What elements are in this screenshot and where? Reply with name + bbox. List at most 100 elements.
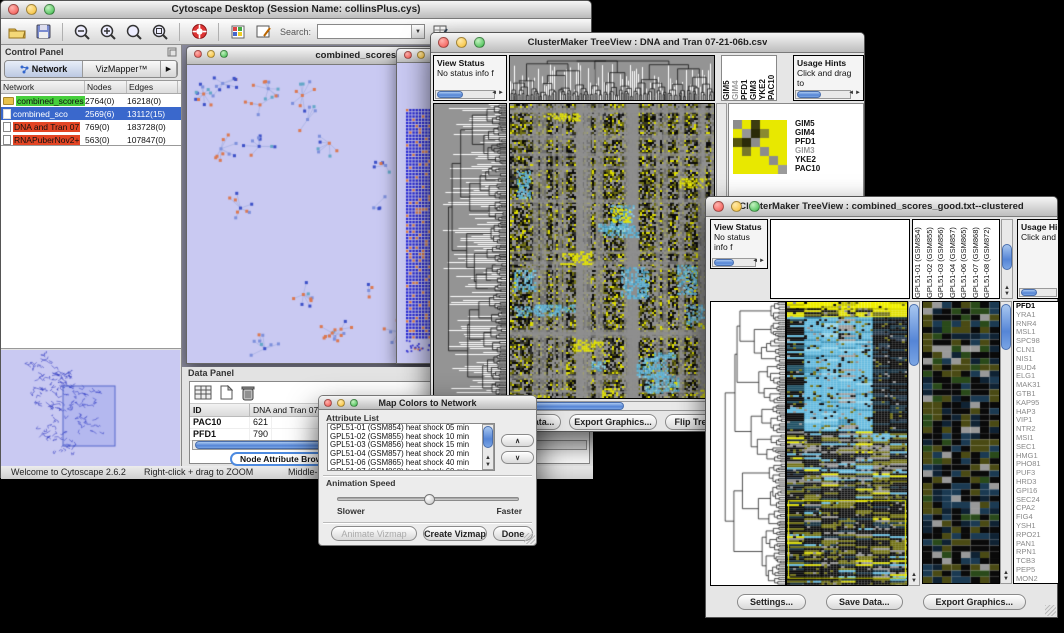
usage-hints-hscrollbar[interactable] xyxy=(795,90,851,99)
minimize-button[interactable] xyxy=(337,399,345,407)
open-icon[interactable] xyxy=(7,23,27,41)
minimize-button[interactable] xyxy=(207,50,215,58)
scrollbar-thumb[interactable] xyxy=(797,91,821,98)
row-dendrogram-panel[interactable] xyxy=(710,301,786,586)
scroll-right-icon[interactable]: ► xyxy=(759,258,766,264)
scroll-down-icon[interactable]: ▼ xyxy=(911,578,918,584)
close-button[interactable] xyxy=(194,50,202,58)
scrollbar-thumb[interactable] xyxy=(1001,304,1011,350)
column-dendrogram-canvas[interactable] xyxy=(510,56,714,100)
treeview2-titlebar[interactable]: ClusterMaker TreeView : combined_scores_… xyxy=(706,197,1057,217)
search-dropdown-icon[interactable]: ▼ xyxy=(411,25,424,38)
minimize-button[interactable] xyxy=(456,37,467,48)
zoom-fit-icon[interactable] xyxy=(124,23,144,41)
attribute-table-icon[interactable] xyxy=(194,385,212,400)
search-input[interactable] xyxy=(318,26,411,38)
scroll-arrows[interactable]: ◄► xyxy=(848,88,862,98)
scrollbar-thumb[interactable] xyxy=(909,304,919,366)
float-panel-icon[interactable] xyxy=(167,47,177,57)
minimize-button[interactable] xyxy=(417,51,425,59)
resize-grip[interactable] xyxy=(1045,605,1056,616)
main-titlebar[interactable]: Cytoscape Desktop (Session Name: collins… xyxy=(1,1,591,19)
network-table-row[interactable]: combined_sco2569(6)13112(15) xyxy=(1,107,181,120)
cluster-average-canvas[interactable] xyxy=(923,302,999,583)
minimize-button[interactable] xyxy=(26,4,37,15)
scroll-right-icon[interactable]: ► xyxy=(855,90,862,96)
gene-list-vscrollbar[interactable]: ▲▼ xyxy=(1000,301,1012,584)
move-up-button[interactable]: ∧ xyxy=(501,434,534,447)
treeview-button-settings-[interactable]: Settings... xyxy=(737,594,806,610)
zoom-in-icon[interactable] xyxy=(98,23,118,41)
usage-hints-hscrollbar[interactable] xyxy=(1019,288,1057,297)
dialog-titlebar[interactable]: Map Colors to Network xyxy=(319,396,536,410)
heatmap-panel[interactable] xyxy=(786,301,908,586)
scroll-down-icon[interactable]: ▼ xyxy=(1003,576,1010,582)
col-network[interactable]: Network xyxy=(1,81,85,93)
network-table-row[interactable]: combined_scores2764(0)16218(0) xyxy=(1,94,181,107)
tab-overflow-icon[interactable]: ▶ xyxy=(161,61,177,77)
treeview-button-export-graphics-[interactable]: Export Graphics... xyxy=(923,594,1027,610)
scroll-left-icon[interactable]: ◄ xyxy=(491,90,498,96)
attribute-list-vscrollbar[interactable]: ▲▼ xyxy=(482,424,494,470)
zoom-button[interactable] xyxy=(220,50,228,58)
resize-grip[interactable] xyxy=(524,533,535,544)
view-status-hscrollbar[interactable] xyxy=(435,90,495,99)
row-dendrogram-canvas[interactable] xyxy=(711,302,785,585)
scroll-arrows[interactable]: ▲▼ xyxy=(1004,285,1011,297)
cluster-matrix-canvas[interactable] xyxy=(733,120,787,174)
close-button[interactable] xyxy=(8,4,19,15)
treeview1-titlebar[interactable]: ClusterMaker TreeView : DNA and Tran 07-… xyxy=(431,33,864,53)
zoom-button[interactable] xyxy=(350,399,358,407)
delete-attribute-icon[interactable] xyxy=(241,385,255,401)
zoom-button[interactable] xyxy=(749,201,760,212)
zoom-button[interactable] xyxy=(44,4,55,15)
scrollbar-thumb[interactable] xyxy=(483,426,493,448)
row-dendrogram-panel[interactable] xyxy=(433,103,507,399)
scroll-down-icon[interactable]: ▼ xyxy=(485,462,492,468)
scroll-up-icon[interactable]: ▲ xyxy=(485,455,492,461)
scroll-left-icon[interactable]: ◄ xyxy=(752,258,759,264)
save-icon[interactable] xyxy=(33,23,53,41)
scroll-arrows[interactable]: ▲▼ xyxy=(911,572,918,584)
scroll-arrows[interactable]: ▲▼ xyxy=(1003,570,1010,582)
cluster-average-panel[interactable] xyxy=(922,301,1000,584)
close-button[interactable] xyxy=(324,399,332,407)
tab-network[interactable]: Network xyxy=(5,61,83,77)
scrollbar-thumb[interactable] xyxy=(1002,244,1012,270)
col-edges[interactable]: Edges xyxy=(127,81,178,93)
dialog-button-create-vizmap[interactable]: Create Vizmap xyxy=(423,526,487,541)
column-dendrogram-panel[interactable] xyxy=(770,219,910,299)
view-status-hscrollbar[interactable] xyxy=(712,258,756,267)
scrollbar-thumb[interactable] xyxy=(1021,289,1037,296)
annotation-icon[interactable] xyxy=(254,23,274,41)
animation-speed-slider[interactable] xyxy=(337,497,519,501)
network-overview-canvas[interactable] xyxy=(1,350,180,466)
close-button[interactable] xyxy=(438,37,449,48)
tab-vizmapper[interactable]: VizMapper™ xyxy=(83,61,161,77)
minimize-button[interactable] xyxy=(731,201,742,212)
zoom-out-icon[interactable] xyxy=(72,23,92,41)
scroll-arrows[interactable]: ▲▼ xyxy=(485,455,492,469)
column-dendrogram-panel[interactable] xyxy=(509,55,715,101)
help-icon[interactable] xyxy=(189,23,209,41)
scroll-arrows[interactable]: ◄► xyxy=(752,256,766,266)
vizmapper-icon[interactable] xyxy=(228,23,248,41)
new-attribute-icon[interactable] xyxy=(220,385,233,400)
heatmap-panel[interactable] xyxy=(509,103,715,399)
row-dendrogram-canvas[interactable] xyxy=(434,104,506,398)
heatmap-canvas[interactable] xyxy=(787,302,907,585)
heatmap-canvas[interactable] xyxy=(510,104,714,398)
scroll-down-icon[interactable]: ▼ xyxy=(1004,291,1011,297)
scroll-right-icon[interactable]: ► xyxy=(498,90,505,96)
labels-vscrollbar[interactable]: ▲▼ xyxy=(1001,219,1013,299)
network-table-row[interactable]: DNA and Tran 07769(0)183728(0) xyxy=(1,120,181,133)
scrollbar-thumb[interactable] xyxy=(437,91,463,98)
treeview-button-save-data-[interactable]: Save Data... xyxy=(826,594,903,610)
network-table-row[interactable]: RNAPuberNov2+563(0)107847(0) xyxy=(1,133,181,146)
close-button[interactable] xyxy=(404,51,412,59)
move-down-button[interactable]: ∨ xyxy=(501,451,534,464)
zoom-button[interactable] xyxy=(474,37,485,48)
col-id[interactable]: ID xyxy=(190,404,250,416)
close-button[interactable] xyxy=(713,201,724,212)
scrollbar-thumb[interactable] xyxy=(714,259,734,266)
